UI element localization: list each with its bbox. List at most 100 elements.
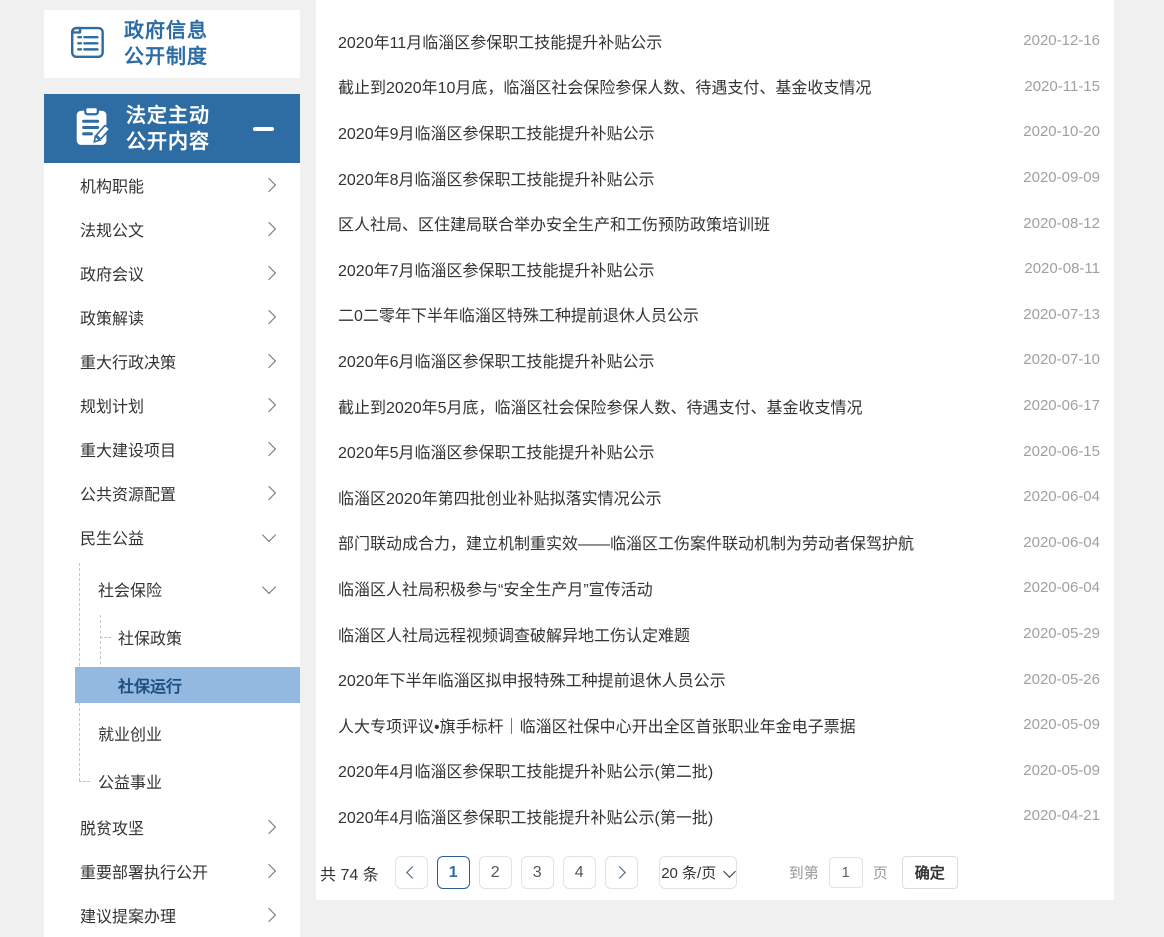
sidebar-item-label: 就业创业 [98,721,162,745]
sidebar-item-label: 法规公文 [80,217,144,241]
article-date: 2020-06-04 [1023,534,1100,551]
next-page-button[interactable] [605,856,638,889]
sidebar-item-14[interactable]: 脱贫攻坚 [44,805,300,849]
article-link[interactable]: 2020年下半年临淄区拟申报特殊工种提前退休人员公示 [338,667,1023,691]
article-date: 2020-08-12 [1023,215,1100,232]
goto-page-input[interactable] [829,857,863,888]
article-link[interactable]: 2020年4月临淄区参保职工技能提升补贴公示(第一批) [338,804,1023,828]
page-size-select[interactable]: 20 条/页 [659,856,737,889]
list-item: 2020年8月临淄区参保职工技能提升补贴公示 2020-09-09 [338,155,1100,201]
page-button-2[interactable]: 2 [479,856,512,889]
sidebar: 政府信息 公开制度 法定主动 公开内容 [44,10,300,937]
list-item: 二0二零年下半年临淄区特殊工种提前退休人员公示 2020-07-13 [338,292,1100,338]
article-link[interactable]: 人大专项评议•旗手标杆｜临淄区社保中心开出全区首张职业年金电子票据 [338,713,1023,737]
prev-page-button[interactable] [395,856,428,889]
chevron-down-icon [262,580,276,594]
sidebar-item-4[interactable]: 重大行政决策 [44,339,300,383]
list-item: 截止到2020年5月底，临淄区社会保险参保人数、待遇支付、基金收支情况 2020… [338,383,1100,429]
article-link[interactable]: 2020年4月临淄区参保职工技能提升补贴公示(第二批) [338,758,1023,782]
sidebar-item-15[interactable]: 重要部署执行公开 [44,849,300,893]
sidebar-item-9[interactable]: 社会保险 [44,565,300,613]
chevron-right-icon [262,266,276,280]
article-link[interactable]: 临淄区人社局积极参与“安全生产月”宣传活动 [338,576,1023,600]
chevron-left-icon [406,866,419,879]
list-item: 区人社局、区住建局联合举办安全生产和工伤预防政策培训班 2020-08-12 [338,200,1100,246]
article-date: 2020-12-16 [1023,32,1100,49]
chevron-right-icon [262,398,276,412]
chevron-right-icon [262,442,276,456]
sidebar-top-card[interactable]: 政府信息 公开制度 [44,10,300,78]
sidebar-item-11[interactable]: 社保运行 [44,661,300,709]
collapse-minus-icon[interactable] [253,127,274,131]
article-link[interactable]: 2020年7月临淄区参保职工技能提升补贴公示 [338,257,1024,281]
sidebar-item-label: 公共资源配置 [80,481,176,505]
sidebar-item-label: 脱贫攻坚 [80,815,144,839]
sidebar-item-16[interactable]: 建议提案办理 [44,893,300,937]
page-button-4[interactable]: 4 [563,856,596,889]
article-link[interactable]: 2020年5月临淄区参保职工技能提升补贴公示 [338,439,1023,463]
chevron-right-icon [262,864,276,878]
chevron-right-icon [262,820,276,834]
sidebar-item-6[interactable]: 重大建设项目 [44,427,300,471]
sidebar-item-label: 社保运行 [118,673,182,697]
article-link[interactable]: 部门联动成合力，建立机制重实效——临淄区工伤案件联动机制为劳动者保驾护航 [338,530,1023,554]
sidebar-item-13[interactable]: 公益事业 [44,757,300,805]
article-date: 2020-06-15 [1023,443,1100,460]
article-date: 2020-06-17 [1023,397,1100,414]
article-link[interactable]: 2020年6月临淄区参保职工技能提升补贴公示 [338,348,1023,372]
article-link[interactable]: 临淄区人社局远程视频调查破解异地工伤认定难题 [338,622,1023,646]
sidebar-item-1[interactable]: 法规公文 [44,207,300,251]
article-link[interactable]: 2020年11月临淄区参保职工技能提升补贴公示 [338,29,1023,53]
goto-page-group: 到第 页 确定 [789,856,958,889]
article-link[interactable]: 2020年9月临淄区参保职工技能提升补贴公示 [338,120,1023,144]
page-button-3[interactable]: 3 [521,856,554,889]
list-item: 临淄区人社局积极参与“安全生产月”宣传活动 2020-06-04 [338,565,1100,611]
sidebar-item-8[interactable]: 民生公益 [44,515,300,559]
list-item: 2020年4月临淄区参保职工技能提升补贴公示(第一批) 2020-04-21 [338,793,1100,839]
document-lines-icon [66,22,108,67]
article-list: 2020年11月临淄区参保职工技能提升补贴公示 2020-12-16 截止到20… [316,0,1114,839]
list-item: 临淄区人社局远程视频调查破解异地工伤认定难题 2020-05-29 [338,611,1100,657]
sidebar-item-label: 重大建设项目 [80,437,176,461]
sidebar-header[interactable]: 法定主动 公开内容 [44,94,300,163]
article-date: 2020-10-20 [1023,123,1100,140]
sidebar-item-label: 机构职能 [80,173,144,197]
sidebar-item-label: 公益事业 [98,769,162,793]
goto-suffix-label: 页 [873,862,888,883]
article-link[interactable]: 截止到2020年10月底，临淄区社会保险参保人数、待遇支付、基金收支情况 [338,74,1024,98]
chevron-right-icon [262,354,276,368]
page-button-1[interactable]: 1 [437,856,470,889]
article-date: 2020-05-09 [1023,716,1100,733]
list-item: 2020年5月临淄区参保职工技能提升补贴公示 2020-06-15 [338,428,1100,474]
list-item: 2020年下半年临淄区拟申报特殊工种提前退休人员公示 2020-05-26 [338,656,1100,702]
list-item: 2020年4月临淄区参保职工技能提升补贴公示(第二批) 2020-05-09 [338,748,1100,794]
article-date: 2020-06-04 [1023,579,1100,596]
sidebar-item-12[interactable]: 就业创业 [44,709,300,757]
sidebar-item-5[interactable]: 规划计划 [44,383,300,427]
confirm-button[interactable]: 确定 [902,856,958,889]
chevron-right-icon [262,908,276,922]
content-panel: 2020年11月临淄区参保职工技能提升补贴公示 2020-12-16 截止到20… [316,0,1114,900]
chevron-right-icon [262,486,276,500]
sidebar-item-2[interactable]: 政府会议 [44,251,300,295]
article-link[interactable]: 截止到2020年5月底，临淄区社会保险参保人数、待遇支付、基金收支情况 [338,394,1023,418]
sidebar-header-line1: 法定主动 [126,103,210,129]
article-link[interactable]: 区人社局、区住建局联合举办安全生产和工伤预防政策培训班 [338,211,1023,235]
article-date: 2020-05-29 [1023,625,1100,642]
sidebar-item-label: 政策解读 [80,305,144,329]
chevron-right-icon [262,222,276,236]
list-item: 部门联动成合力，建立机制重实效——临淄区工伤案件联动机制为劳动者保驾护航 202… [338,520,1100,566]
sidebar-item-label: 规划计划 [80,393,144,417]
article-link[interactable]: 二0二零年下半年临淄区特殊工种提前退休人员公示 [338,302,1023,326]
sidebar-item-label: 社保政策 [118,625,182,649]
sidebar-item-3[interactable]: 政策解读 [44,295,300,339]
sidebar-item-0[interactable]: 机构职能 [44,163,300,207]
article-link[interactable]: 临淄区2020年第四批创业补贴拟落实情况公示 [338,485,1023,509]
sidebar-item-7[interactable]: 公共资源配置 [44,471,300,515]
article-link[interactable]: 2020年8月临淄区参保职工技能提升补贴公示 [338,166,1023,190]
page-size-label: 20 条/页 [661,862,716,883]
sidebar-item-label: 政府会议 [80,261,144,285]
article-date: 2020-05-26 [1023,671,1100,688]
goto-prefix-label: 到第 [789,862,819,883]
sidebar-item-10[interactable]: 社保政策 [44,613,300,661]
